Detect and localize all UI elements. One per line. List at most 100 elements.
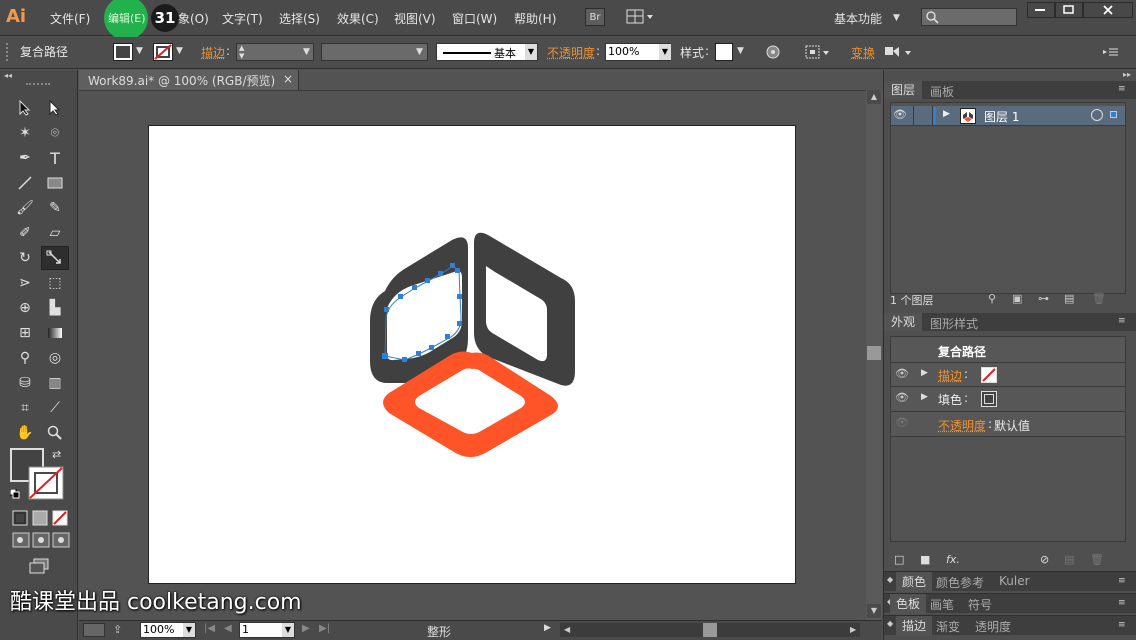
tab-graphic-styles[interactable]: 图形样式 — [930, 315, 978, 332]
rotate-tool[interactable]: ↻ — [13, 247, 37, 269]
stroke-swatch[interactable]: ▼ — [153, 43, 187, 61]
layer-name[interactable]: 图层 1 — [984, 108, 1019, 125]
stroke-swatch[interactable] — [981, 367, 997, 383]
type-tool[interactable]: T — [43, 147, 67, 169]
last-page-icon[interactable]: ▶| — [319, 623, 330, 634]
eye-icon[interactable]: 👁 — [895, 391, 909, 404]
panel-menu-icon[interactable]: ≡ — [1118, 576, 1126, 586]
menu-file[interactable]: 文件(F) — [50, 10, 90, 27]
make-clipping-mask-icon[interactable]: ▣ — [1012, 292, 1022, 305]
scroll-right-icon[interactable]: ▶ — [850, 623, 856, 637]
new-layer-icon[interactable]: ▤ — [1064, 292, 1074, 305]
selection-indicator-icon[interactable] — [1110, 111, 1117, 118]
page-select[interactable]: 1 ▼ — [239, 622, 295, 638]
minimize-button[interactable] — [1027, 2, 1055, 18]
new-sublayer-icon[interactable]: ⊶ — [1038, 292, 1049, 305]
gradient-tool[interactable] — [43, 322, 67, 344]
menu-effect[interactable]: 效果(C) — [337, 10, 379, 27]
scroll-down-icon[interactable]: ▼ — [867, 604, 881, 618]
scroll-up-icon[interactable]: ▲ — [867, 90, 881, 104]
eye-icon[interactable]: 👁 — [895, 367, 909, 380]
rectangle-tool[interactable] — [43, 172, 67, 194]
default-colors-icon[interactable] — [10, 488, 20, 498]
swap-icon[interactable]: ⇄ — [52, 448, 61, 461]
variable-width-select[interactable]: ▼ — [321, 43, 428, 61]
gpu-icon[interactable] — [83, 623, 105, 637]
fill-swatch[interactable] — [981, 391, 997, 407]
stroke-color-box[interactable] — [28, 466, 64, 500]
tab-brushes[interactable]: 画笔 — [930, 596, 954, 613]
tab-color-guide[interactable]: 颜色参考 — [936, 574, 984, 591]
fill-attribute-row[interactable]: 👁 ▶ 填色 : — [891, 387, 1125, 412]
bridge-button[interactable]: Br — [585, 8, 605, 26]
tab-kuler[interactable]: Kuler — [999, 574, 1030, 588]
eraser-tool[interactable]: ▱ — [43, 222, 67, 244]
zoom-tool[interactable] — [43, 422, 67, 444]
isolate-button[interactable] — [884, 44, 914, 62]
opacity-attribute-row[interactable]: 👁 不透明度 : 默认值 — [891, 412, 1125, 437]
locate-object-icon[interactable]: ⚲ — [988, 292, 996, 305]
symbol-sprayer-tool[interactable]: ⛁ — [13, 372, 37, 394]
collapse-icon[interactable]: ◆ — [887, 619, 893, 628]
tab-appearance[interactable]: 外观 — [884, 313, 922, 331]
collapse-icon[interactable]: ◆ — [887, 575, 893, 584]
search-input[interactable] — [921, 8, 1017, 26]
clear-appearance-icon[interactable]: ⊘ — [1040, 553, 1049, 566]
expand-triangle-icon[interactable]: ▶ — [943, 109, 950, 119]
target-icon[interactable] — [1091, 109, 1103, 121]
menu-help[interactable]: 帮助(H) — [514, 10, 556, 27]
panel-menu-icon[interactable]: ≡ — [1118, 598, 1126, 608]
stroke-attribute-label[interactable]: 描边 — [938, 367, 962, 384]
paintbrush-tool[interactable]: 🖌 — [13, 197, 37, 219]
close-button[interactable] — [1083, 2, 1133, 18]
stroke-weight-input[interactable]: ▲ ▼ ▼ — [236, 43, 314, 61]
panel-menu-icon[interactable]: ≡ — [1118, 620, 1126, 630]
delete-icon[interactable]: 🗑 — [1090, 553, 1104, 566]
pencil-tool[interactable]: ✎ — [43, 197, 67, 219]
share-icon[interactable]: ⇪ — [113, 623, 129, 637]
graphic-style-swatch[interactable]: ▼ — [715, 43, 749, 61]
tab-symbols[interactable]: 符号 — [968, 596, 992, 613]
status-menu-icon[interactable]: ▶ — [544, 623, 551, 633]
first-page-icon[interactable]: |◀ — [204, 623, 215, 634]
recolor-button[interactable] — [765, 44, 783, 62]
eye-icon[interactable]: 👁 — [895, 416, 909, 429]
fx-icon[interactable]: fx. — [946, 553, 960, 566]
tab-layers[interactable]: 图层 — [884, 81, 922, 99]
menu-window[interactable]: 窗口(W) — [452, 10, 497, 27]
eye-icon[interactable]: 👁 — [893, 108, 911, 124]
mesh-tool[interactable]: ⊞ — [13, 322, 37, 344]
tab-transparency[interactable]: 透明度 — [975, 618, 1011, 635]
collapse-arrows-icon[interactable]: ▸▸ — [884, 70, 1136, 80]
next-page-icon[interactable]: ▶ — [302, 623, 310, 634]
free-transform-tool[interactable]: ⬚ — [43, 272, 67, 294]
perspective-grid-tool[interactable]: ▙ — [43, 297, 67, 319]
expand-triangle-icon[interactable]: ▶ — [921, 368, 928, 378]
graph-tool[interactable]: ▥ — [43, 372, 67, 394]
width-tool[interactable]: ⋗ — [13, 272, 37, 294]
slice-tool[interactable]: ⟋ — [43, 397, 67, 419]
scale-tool[interactable] — [41, 246, 69, 270]
tab-stroke[interactable]: 描边 — [896, 616, 932, 636]
tab-artboards[interactable]: 画板 — [930, 83, 954, 100]
menu-object[interactable]: 象(O) — [178, 10, 209, 27]
vertical-scrollbar[interactable]: ▲ ▼ — [866, 90, 882, 620]
collapse-arrows-icon[interactable]: ◂◂ — [4, 71, 74, 81]
direct-selection-tool[interactable] — [43, 97, 67, 119]
blend-tool[interactable]: ◎ — [43, 347, 67, 369]
panel-menu-button[interactable] — [1102, 45, 1120, 59]
selection-tool[interactable] — [13, 97, 37, 119]
hand-tool[interactable]: ✋ — [13, 422, 37, 444]
menu-edit[interactable]: 编辑(E) — [108, 10, 146, 26]
panel-menu-icon[interactable]: ≡ — [1118, 316, 1126, 326]
menu-select[interactable]: 选择(S) — [279, 10, 320, 27]
magic-wand-tool[interactable]: ✶ — [13, 122, 37, 144]
scroll-thumb[interactable] — [703, 623, 717, 637]
tab-swatches[interactable]: 色板 — [890, 594, 926, 614]
opacity-label[interactable]: 不透明度 — [547, 44, 595, 61]
layer-row[interactable]: 👁 ▶ 图层 1 — [891, 106, 1125, 126]
menu-view[interactable]: 视图(V) — [394, 10, 436, 27]
scroll-left-icon[interactable]: ◀ — [564, 623, 570, 637]
pen-tool[interactable]: ✒ — [13, 147, 37, 169]
prev-page-icon[interactable]: ◀ — [224, 623, 232, 634]
